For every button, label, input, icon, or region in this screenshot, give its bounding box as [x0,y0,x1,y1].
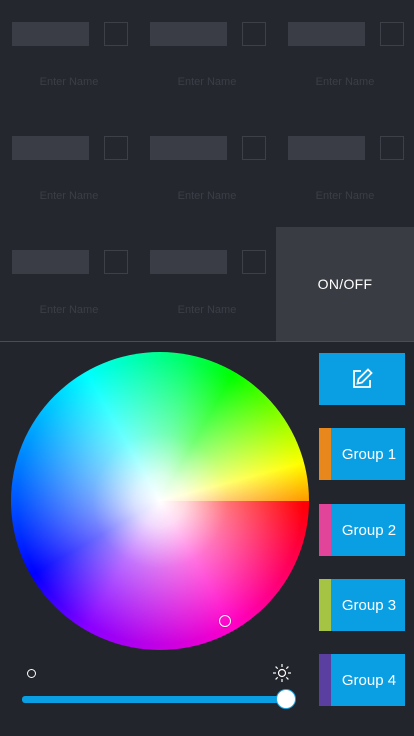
color-wheel[interactable] [11,352,309,650]
group-label: Group 3 [341,596,397,614]
zone-cell: Enter Name [0,228,138,342]
zone-color-bar[interactable] [12,250,89,274]
group-4-button[interactable]: Group 4 [319,654,405,706]
zone-cell: Enter Name [138,114,276,228]
group-2-button[interactable]: Group 2 [319,504,405,556]
edit-button[interactable] [319,353,405,405]
brightness-low-icon [27,669,36,678]
color-picker-handle[interactable] [219,615,231,627]
group-3-button[interactable]: Group 3 [319,579,405,631]
zone-checkbox[interactable] [104,136,128,160]
on-off-button[interactable]: ON/OFF [276,227,414,341]
zone-name-input[interactable]: Enter Name [0,304,138,316]
zone-name-input[interactable]: Enter Name [276,190,414,202]
group-label: Group 1 [341,445,397,463]
brightness-high-icon [273,664,291,682]
zone-grid: Enter Name Enter Name Enter Name Enter N… [0,0,414,341]
zone-color-bar[interactable] [288,22,365,46]
zone-checkbox[interactable] [242,22,266,46]
group-label: Group 4 [341,671,397,689]
zone-name-input[interactable]: Enter Name [0,76,138,88]
zone-checkbox[interactable] [380,136,404,160]
zone-checkbox[interactable] [242,250,266,274]
zone-checkbox[interactable] [104,250,128,274]
zone-name-input[interactable]: Enter Name [0,190,138,202]
zone-name-input[interactable]: Enter Name [138,304,276,316]
group-color-stripe [319,654,331,706]
zone-color-bar[interactable] [12,22,89,46]
group-1-button[interactable]: Group 1 [319,428,405,480]
zone-color-bar[interactable] [12,136,89,160]
zone-name-input[interactable]: Enter Name [276,76,414,88]
zone-checkbox[interactable] [104,22,128,46]
zone-cell: Enter Name [0,114,138,228]
zone-checkbox[interactable] [380,22,404,46]
zone-color-bar[interactable] [150,250,227,274]
group-label: Group 2 [341,521,397,539]
zone-cell: Enter Name [138,228,276,342]
zone-name-input[interactable]: Enter Name [138,76,276,88]
group-color-stripe [319,504,331,556]
zone-checkbox[interactable] [242,136,266,160]
zone-color-bar[interactable] [288,136,365,160]
zone-name-input[interactable]: Enter Name [138,190,276,202]
zone-cell: Enter Name [276,0,414,114]
zone-cell: Enter Name [0,0,138,114]
zone-color-bar[interactable] [150,136,227,160]
group-color-stripe [319,428,331,480]
zone-cell: Enter Name [276,114,414,228]
edit-icon [353,368,373,388]
zone-cell: Enter Name [138,0,276,114]
brightness-slider-thumb[interactable] [276,689,296,709]
group-color-stripe [319,579,331,631]
zone-color-bar[interactable] [150,22,227,46]
divider [0,341,414,342]
brightness-slider-track[interactable] [22,696,288,703]
